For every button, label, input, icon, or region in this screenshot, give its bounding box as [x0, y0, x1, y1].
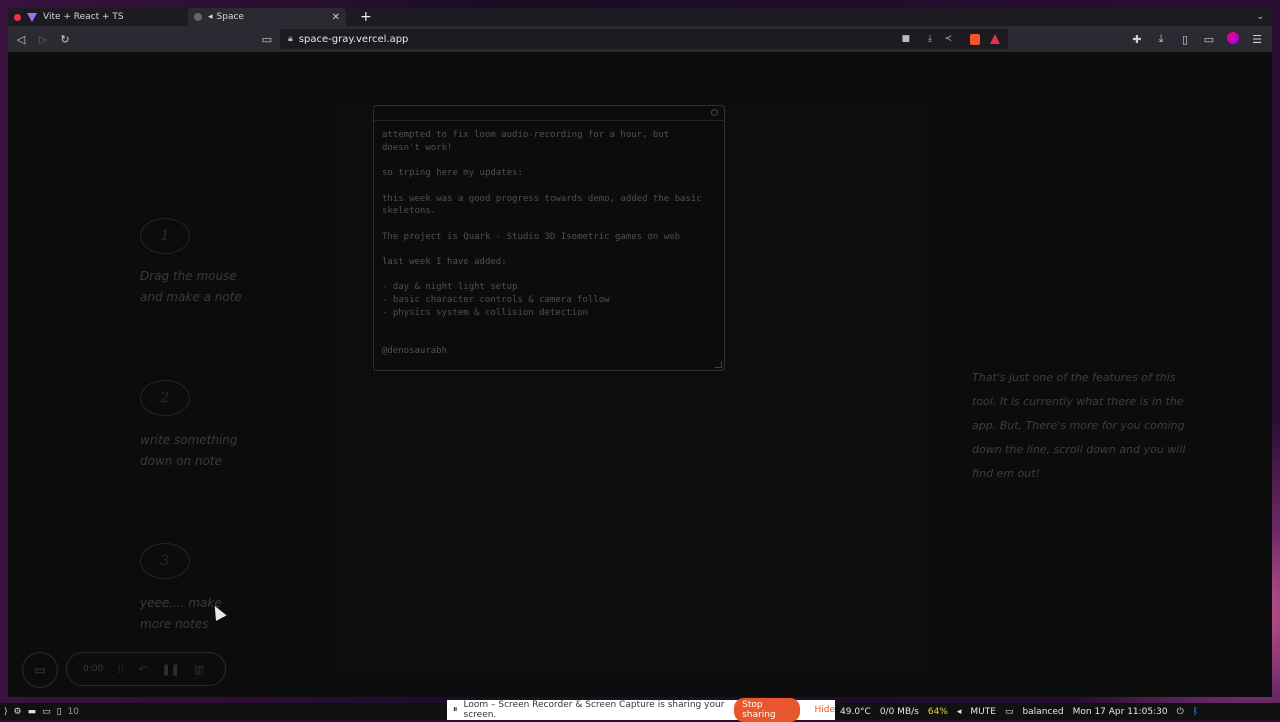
- address-bar[interactable]: 🔒︎ space-gray.vercel.app ■ ⤓ ≺: [280, 29, 1008, 49]
- url-text: space-gray.vercel.app: [298, 33, 409, 45]
- forward-button[interactable]: ▷: [32, 33, 54, 46]
- step-text-1: Drag the mouse and make a note: [140, 266, 242, 308]
- profile-avatar[interactable]: [1222, 31, 1244, 47]
- battery-level: 64%: [927, 706, 948, 717]
- chevron-down-icon[interactable]: ⌄: [1256, 12, 1264, 22]
- space-favicon-icon: [194, 13, 202, 21]
- brave-rewards-icon[interactable]: [990, 34, 1000, 44]
- tab-space[interactable]: ◂ Space ✕: [188, 8, 346, 26]
- brave-shield-icon[interactable]: [970, 33, 980, 45]
- back-button[interactable]: ◁: [10, 33, 32, 46]
- step-number-2: 2: [140, 380, 190, 416]
- launcher-icon[interactable]: ⟩: [4, 707, 8, 717]
- share-icon[interactable]: ≺: [944, 34, 952, 44]
- terminal-icon[interactable]: ▭: [42, 707, 51, 717]
- feature-description: That's just one of the features of this …: [972, 371, 1186, 480]
- note-header[interactable]: [374, 106, 724, 121]
- tab-label: Space: [216, 12, 244, 22]
- sticky-note[interactable]: attempted to fix loom audio-recording fo…: [373, 105, 725, 371]
- workspace-number: 10: [67, 706, 80, 717]
- power-icon[interactable]: ⏻: [1177, 707, 1184, 717]
- sidebar-icon[interactable]: ▯: [1174, 33, 1196, 46]
- camera-icon[interactable]: ■: [901, 34, 910, 44]
- step-text-3: yeee.... make more notes: [140, 593, 222, 635]
- note-close-icon[interactable]: [711, 109, 718, 116]
- tab-label: Vite + React + TS: [43, 12, 124, 22]
- step-number-3: 3: [140, 543, 190, 579]
- keyboard-icon: ▭: [1004, 706, 1014, 717]
- pause-icon: ⏸: [453, 705, 458, 715]
- step-line: write something: [140, 433, 238, 447]
- network-speed: 0/0 MB/s: [879, 706, 919, 717]
- speaker-icon: ◂: [208, 12, 213, 22]
- step-line: and make a note: [140, 290, 242, 304]
- recorder-controls: ▭ 0:00 ⁞⁞ ↶ ❚❚ ▥: [22, 652, 226, 688]
- pause-icon[interactable]: ❚❚: [161, 663, 179, 676]
- speaker-icon[interactable]: ◂: [957, 707, 962, 717]
- undo-icon[interactable]: ↶: [138, 663, 147, 676]
- tab-vite[interactable]: Vite + React + TS: [8, 8, 188, 26]
- volume-status: MUTE: [970, 706, 996, 717]
- nav-bar: ◁ ▷ ↻ ▭ 🔒︎ space-gray.vercel.app ■ ⤓ ≺ ✚…: [8, 26, 1272, 52]
- clock: Mon 17 Apr 11:05:30: [1072, 706, 1168, 717]
- close-tab-icon[interactable]: ✕: [332, 12, 340, 23]
- settings-icon[interactable]: ⚙: [14, 707, 22, 717]
- install-icon[interactable]: ⤓: [928, 34, 932, 44]
- hide-button[interactable]: Hide: [814, 705, 835, 715]
- downloads-icon[interactable]: ⤓: [1150, 32, 1172, 46]
- share-message: Loom – Screen Recorder & Screen Capture …: [463, 700, 725, 720]
- step-line: down on note: [140, 454, 222, 468]
- step-line: more notes: [140, 617, 209, 631]
- power-profile: balanced: [1022, 706, 1064, 717]
- stop-sharing-button[interactable]: Stop sharing: [734, 698, 801, 722]
- note-resize-handle[interactable]: [715, 361, 722, 368]
- video-camera-icon: ▭: [34, 663, 46, 677]
- extensions-icon[interactable]: ✚: [1126, 33, 1148, 46]
- record-dot-icon: [14, 13, 21, 21]
- new-tab-button[interactable]: +: [360, 9, 372, 25]
- step-number-1: 1: [140, 218, 190, 254]
- camera-button[interactable]: ▭: [22, 652, 58, 688]
- vite-icon: [27, 12, 37, 22]
- step-line: Drag the mouse: [140, 269, 237, 283]
- step-line: yeee.... make: [140, 596, 222, 610]
- recorder-time: 0:00: [83, 664, 104, 674]
- cpu-temp: 49.0°C: [840, 706, 871, 717]
- menu-icon[interactable]: ☰: [1246, 33, 1268, 46]
- trash-icon[interactable]: ▥: [194, 663, 204, 676]
- wallet-icon[interactable]: ▭: [1198, 33, 1220, 46]
- step-text-2: write something down on note: [140, 430, 238, 472]
- recorder-bar: 0:00 ⁞⁞ ↶ ❚❚ ▥: [66, 652, 226, 686]
- grid-icon[interactable]: ⁞⁞: [117, 663, 124, 676]
- note-body[interactable]: attempted to fix loom audio-recording fo…: [374, 121, 724, 366]
- bookmark-icon[interactable]: ▭: [256, 33, 278, 46]
- lock-icon: 🔒︎: [288, 34, 293, 44]
- workspace-icon[interactable]: ▯: [57, 707, 62, 717]
- bluetooth-icon[interactable]: ᛒ: [1193, 707, 1198, 717]
- reload-button[interactable]: ↻: [54, 33, 76, 46]
- screen-share-banner: ⏸ Loom – Screen Recorder & Screen Captur…: [447, 698, 835, 722]
- tab-bar: Vite + React + TS ◂ Space ✕ + ⌄: [8, 8, 1272, 26]
- folder-icon[interactable]: ▬: [28, 707, 37, 717]
- page-canvas[interactable]: 1 Drag the mouse and make a note 2 write…: [8, 52, 1272, 697]
